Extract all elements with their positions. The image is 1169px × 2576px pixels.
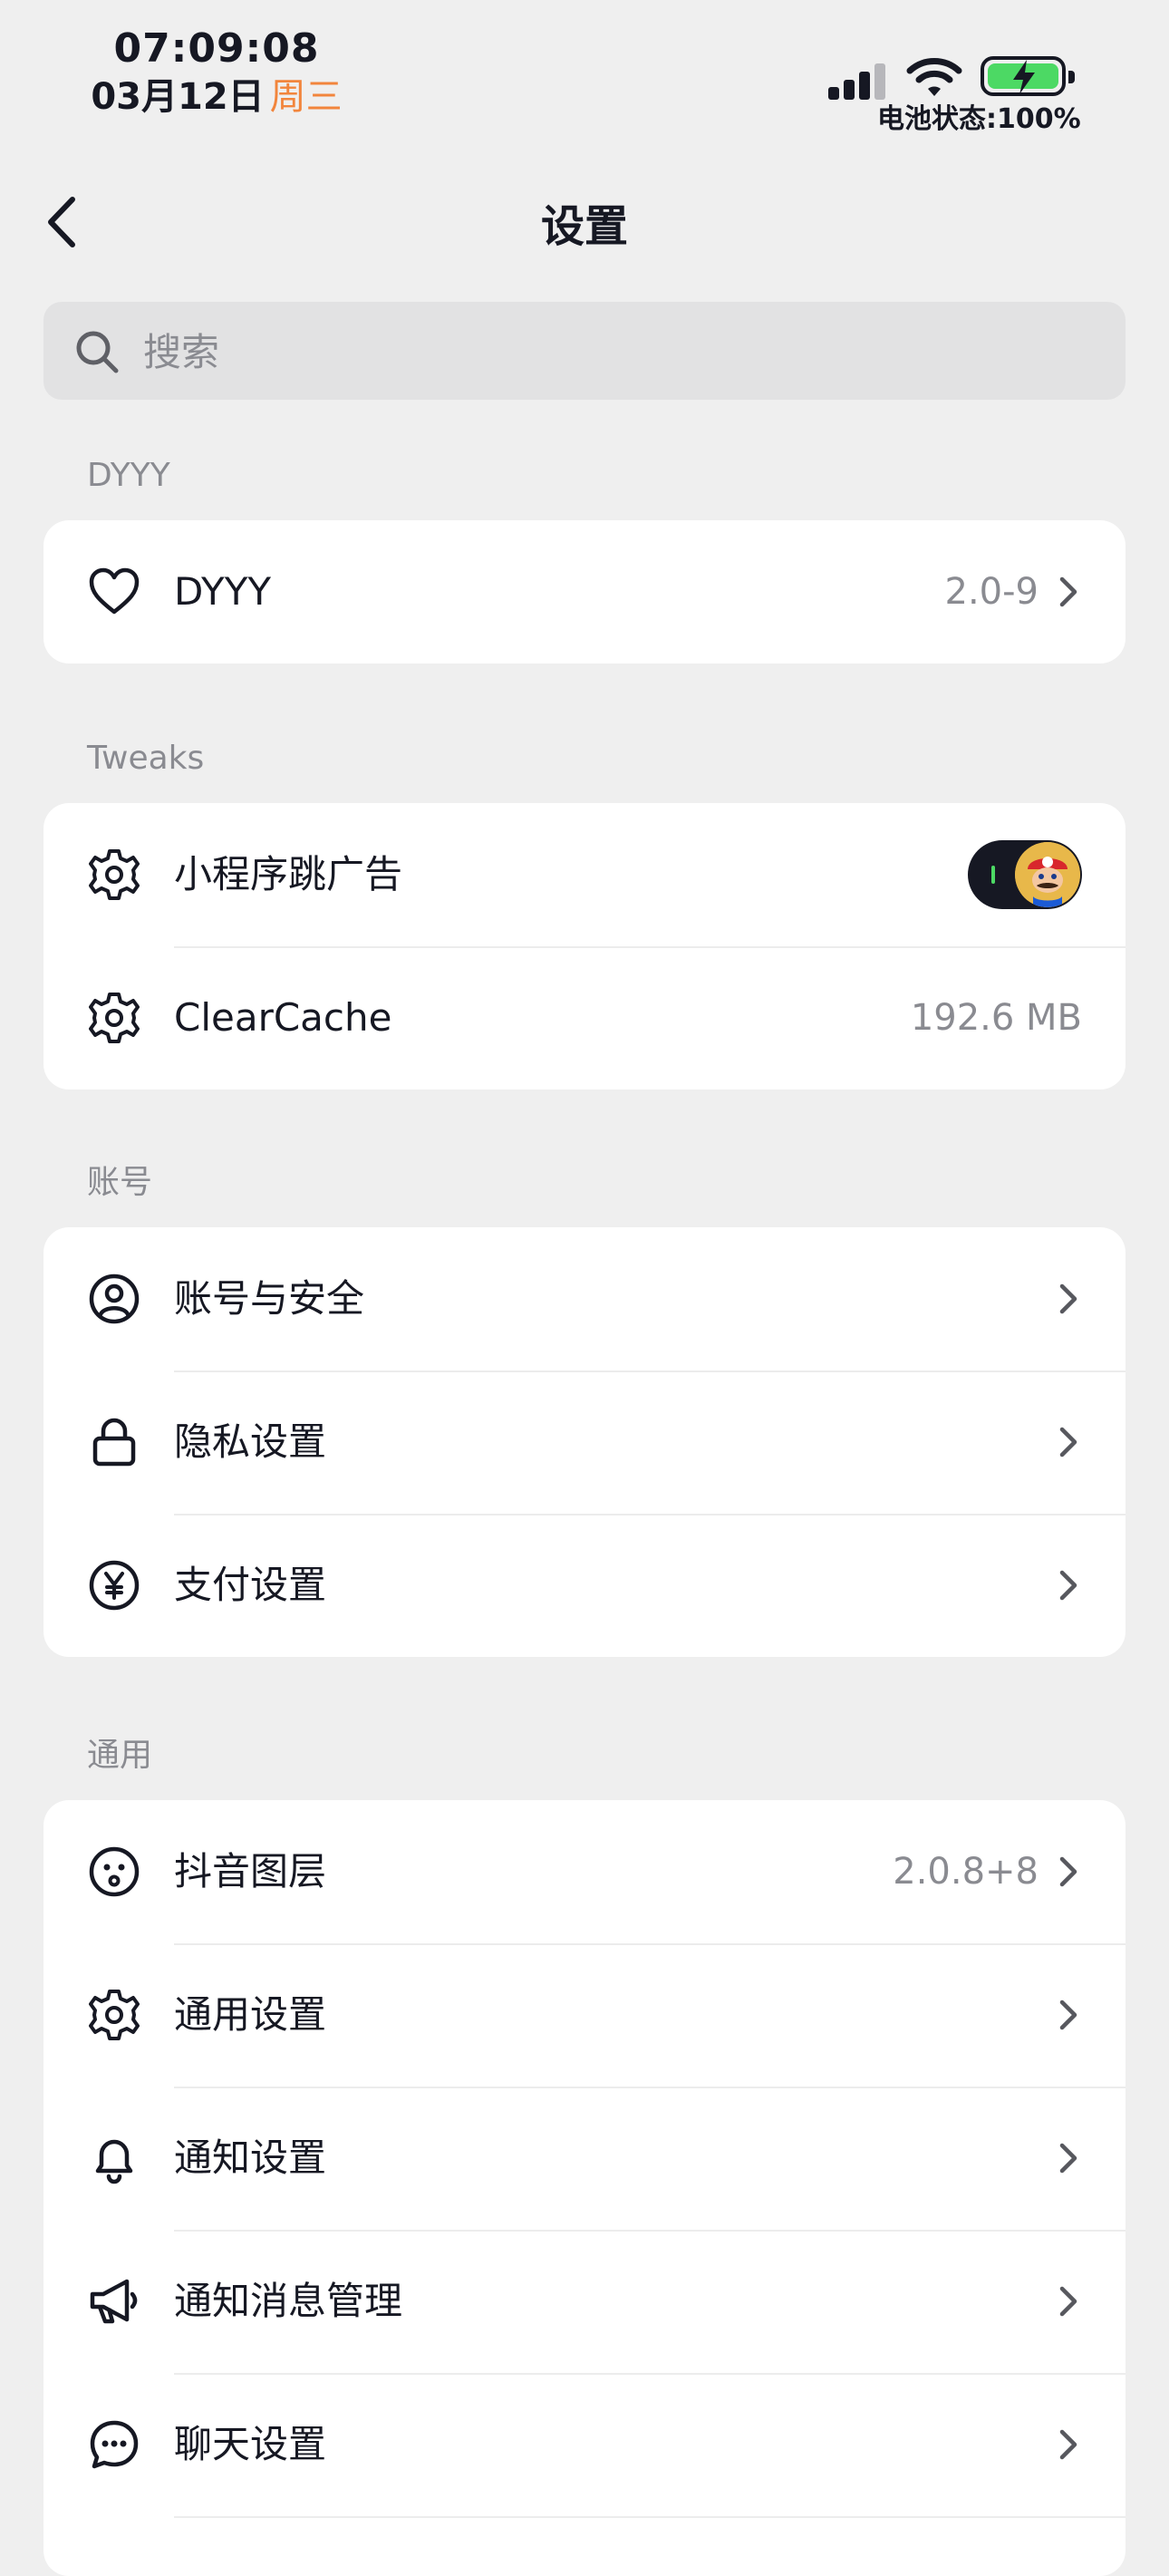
status-weekday: 周三 <box>269 76 343 118</box>
battery-icon <box>981 56 1075 96</box>
chevron-right-icon <box>1059 1856 1077 1887</box>
navigation-bar: 设置 <box>0 172 1169 272</box>
chevron-right-icon <box>1059 2000 1077 2030</box>
wifi-icon <box>906 58 962 96</box>
list-item-douyin-layer[interactable]: 抖音图层 2.0.8+8 <box>43 1800 1126 1943</box>
chevron-right-icon <box>1059 576 1077 607</box>
list-item-label: 通用设置 <box>174 1992 327 2037</box>
heart-icon <box>89 567 140 615</box>
search-input[interactable] <box>141 322 1087 382</box>
list-item-dyyy[interactable]: DYYY 2.0-9 <box>43 520 1126 663</box>
section-card-general: 抖音图层 2.0.8+8 通用设置 通知设置 通知消息管理 聊天设置 <box>43 1800 1126 2576</box>
chevron-right-icon <box>1059 2143 1077 2174</box>
battery-status-text: 电池状态:100% <box>877 103 1081 135</box>
list-item-label: 通知设置 <box>174 2135 327 2180</box>
version-value: 2.0-9 <box>944 571 1039 613</box>
gear-icon <box>89 1990 140 2040</box>
chevron-right-icon <box>1059 2286 1077 2317</box>
section-card-dyyy: DYYY 2.0-9 <box>43 520 1126 663</box>
section-card-account: 账号与安全 隐私设置 支付设置 <box>43 1227 1126 1657</box>
list-item-label: 账号与安全 <box>174 1276 365 1321</box>
status-time: 07:09:08 <box>113 25 320 72</box>
list-item-partial <box>43 2516 1126 2576</box>
list-item-label: 小程序跳广告 <box>174 852 403 896</box>
mario-avatar-knob <box>1015 842 1080 907</box>
list-item-notification-message-management[interactable]: 通知消息管理 <box>43 2230 1126 2373</box>
chat-bubble-icon <box>90 2420 139 2469</box>
yen-icon <box>89 1560 140 1611</box>
search-bar[interactable] <box>43 302 1126 400</box>
list-item-notification-settings[interactable]: 通知设置 <box>43 2087 1126 2230</box>
skip-ads-toggle[interactable] <box>968 840 1082 909</box>
charging-bolt-icon <box>1013 60 1035 94</box>
chevron-right-icon <box>1059 2429 1077 2460</box>
status-clock: 07:09:08 03月12日 周三 <box>85 24 348 120</box>
mario-avatar-icon <box>1015 842 1080 907</box>
face-icon <box>89 1846 140 1897</box>
bell-icon <box>95 2139 133 2184</box>
layer-version-value: 2.0.8+8 <box>893 1851 1039 1893</box>
chevron-right-icon <box>1059 1283 1077 1314</box>
list-item-label: DYYY <box>174 569 272 614</box>
status-date: 03月12日 <box>91 76 265 118</box>
chevron-right-icon <box>1059 1427 1077 1457</box>
lock-icon <box>92 1418 136 1467</box>
list-item-label: ClearCache <box>174 995 392 1040</box>
list-item-label: 聊天设置 <box>174 2422 327 2466</box>
list-item-payment-settings[interactable]: 支付设置 <box>43 1514 1126 1657</box>
user-circle-icon <box>89 1273 140 1324</box>
section-title-account: 账号 <box>87 1164 153 1201</box>
gear-icon <box>89 849 140 900</box>
list-item-label: 支付设置 <box>174 1563 327 1607</box>
list-item-account-security[interactable]: 账号与安全 <box>43 1227 1126 1370</box>
page-title: 设置 <box>540 201 628 252</box>
section-title-general: 通用 <box>87 1737 153 1774</box>
list-item-label: 通知消息管理 <box>174 2279 403 2323</box>
gear-icon <box>89 993 140 1043</box>
list-item-chat-settings[interactable]: 聊天设置 <box>43 2373 1126 2516</box>
status-bar: 07:09:08 03月12日 周三 电池状态:100% <box>0 0 1169 136</box>
section-title-tweaks: Tweaks <box>87 740 205 777</box>
search-icon <box>76 331 119 373</box>
list-item-miniprogram-skip-ads: 小程序跳广告 <box>43 803 1126 946</box>
list-item-label: 抖音图层 <box>174 1849 327 1893</box>
section-title-dyyy: DYYY <box>87 457 170 494</box>
megaphone-icon <box>90 2279 138 2324</box>
list-item-clear-cache[interactable]: ClearCache 192.6 MB <box>43 946 1126 1089</box>
cache-size-value: 192.6 MB <box>910 997 1082 1039</box>
cellular-signal-icon <box>828 60 886 100</box>
list-item-privacy-settings[interactable]: 隐私设置 <box>43 1370 1126 1514</box>
list-item-label: 隐私设置 <box>174 1419 327 1464</box>
list-item-general-settings[interactable]: 通用设置 <box>43 1943 1126 2087</box>
section-card-tweaks: 小程序跳广告 ClearCache 192.6 MB <box>43 803 1126 1089</box>
chevron-right-icon <box>1059 1570 1077 1601</box>
